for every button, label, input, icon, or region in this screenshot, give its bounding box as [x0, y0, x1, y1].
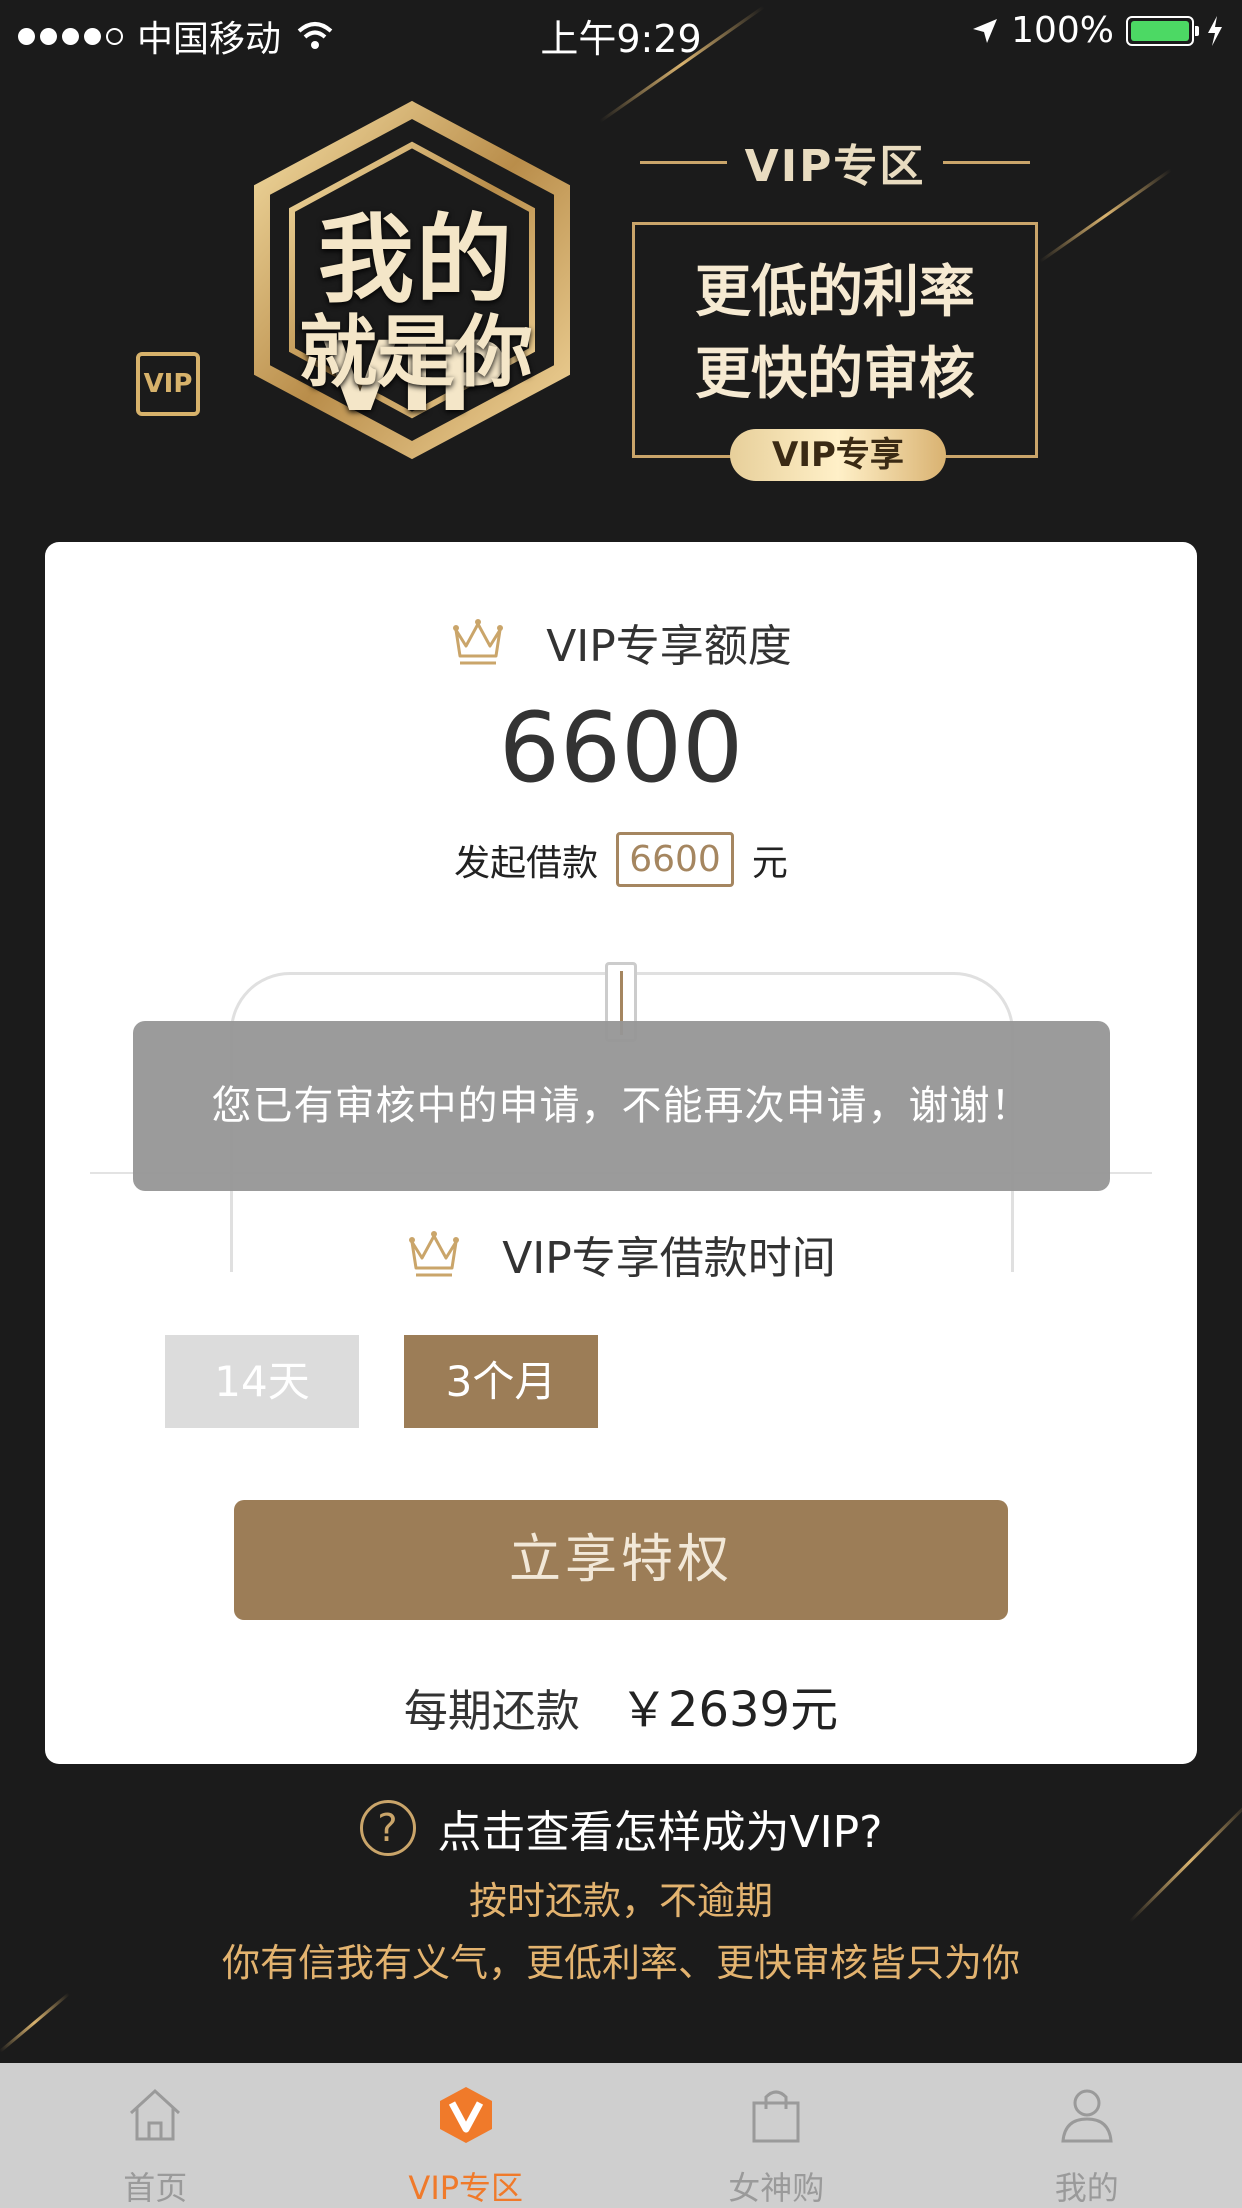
term-options: 14天 3个月 — [165, 1335, 598, 1428]
status-right: 100% — [971, 10, 1224, 51]
tab-shop[interactable]: 女神购 — [621, 2063, 932, 2208]
question-icon: ? — [359, 1800, 416, 1856]
crown-icon — [409, 1231, 460, 1277]
borrow-unit: 元 — [751, 842, 788, 884]
tab-vip-zone[interactable]: VIP专区 — [311, 2063, 622, 2208]
promo-line-1: 按时还款，不逾期 — [468, 1879, 773, 1923]
toast-message: 您已有审核中的申请，不能再次申请，谢谢！ — [133, 1021, 1110, 1191]
borrow-prefix: 发起借款 — [454, 842, 599, 884]
how-to-become-vip-link[interactable]: ? 点击查看怎样成为VIP? — [0, 1796, 1242, 1860]
repayment-row: 每期还款 ￥2639元 — [45, 1670, 1197, 1740]
promo-line-2: 你有信我有义气，更低利率、更快审核皆只为你 — [221, 1941, 1020, 1985]
limit-amount: 6600 — [498, 692, 744, 804]
claim-privilege-button[interactable]: 立享特权 — [234, 1500, 1008, 1620]
decorative-stripe — [0, 1992, 70, 2053]
shopping-bag-icon — [752, 2090, 800, 2143]
vip-logo: VIP — [136, 352, 200, 416]
term-option-3-months[interactable]: 3个月 — [404, 1335, 598, 1428]
vip-icon — [439, 2087, 492, 2143]
vip-exclusive-pill: VIP专享 — [730, 429, 946, 481]
emblem-subline: 就是你 — [298, 308, 533, 398]
crown-icon — [453, 619, 504, 665]
tab-mine[interactable]: 我的 — [932, 2063, 1242, 2208]
zone-title: VIP专区 — [640, 130, 1031, 194]
person-icon — [1061, 2089, 1113, 2143]
home-icon — [130, 2088, 181, 2141]
repay-value: ￥2639元 — [619, 1682, 839, 1738]
status-bar: 中国移动 上午9:29 100% — [0, 0, 1242, 61]
tab-shop-label: 女神购 — [728, 2169, 825, 2207]
tab-vip-label: VIP专区 — [408, 2169, 524, 2207]
tab-mine-label: 我的 — [1054, 2169, 1119, 2207]
vip-banner: 我的VIP 就是你 VIP VIP专区 更低的利率 更快的审核 VIP专享 — [0, 60, 1242, 520]
limit-title-label: VIP专享额度 — [546, 621, 792, 672]
term-title-label: VIP专享借款时间 — [502, 1233, 836, 1284]
term-option-14-days[interactable]: 14天 — [165, 1335, 359, 1428]
borrow-amount-field[interactable]: 6600 — [616, 832, 734, 887]
location-arrow-icon — [973, 18, 998, 43]
charging-icon — [1208, 15, 1222, 46]
benefit-review: 更快的审核 — [695, 342, 975, 407]
repay-label: 每期还款 — [403, 1686, 580, 1737]
limit-title: VIP专享额度 — [45, 610, 1197, 679]
term-title: VIP专享借款时间 — [45, 1222, 1197, 1291]
benefit-rate: 更低的利率 — [695, 260, 975, 325]
tab-home[interactable]: 首页 — [0, 2063, 311, 2208]
benefits-box: 更低的利率 更快的审核 VIP专享 — [632, 222, 1038, 481]
zone-title-label: VIP专区 — [744, 141, 926, 192]
help-link-label: 点击查看怎样成为VIP? — [437, 1807, 883, 1858]
battery-percent: 100% — [1011, 10, 1114, 51]
tab-home-label: 首页 — [123, 2169, 188, 2207]
tab-bar: 首页 VIP专区 女神购 我的 — [0, 2063, 1242, 2208]
borrow-row: 发起借款 6600 元 — [45, 832, 1197, 887]
battery-icon — [1126, 15, 1199, 46]
